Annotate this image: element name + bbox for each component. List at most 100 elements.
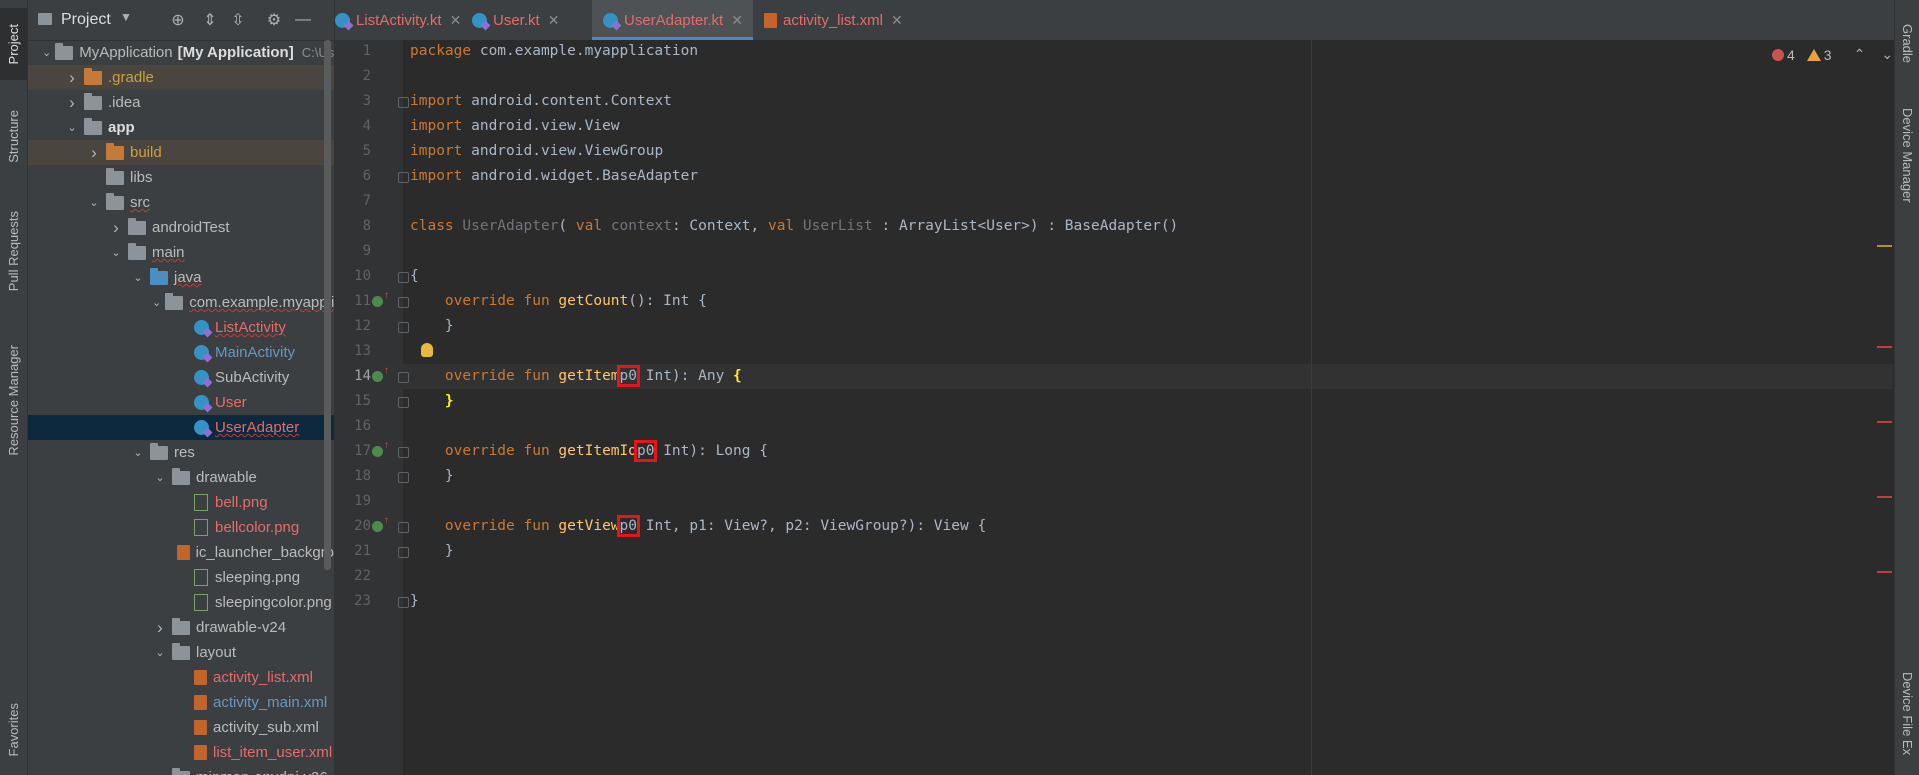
tree-item[interactable]: list_item_user.xml bbox=[28, 740, 334, 765]
close-icon[interactable]: ✕ bbox=[731, 12, 743, 29]
tree-item[interactable]: › mipmap-anydpi-v26 bbox=[28, 765, 334, 775]
chevron-right-icon[interactable]: › bbox=[86, 143, 102, 163]
tree-item[interactable]: MainActivity bbox=[28, 340, 334, 365]
fold-marker-icon[interactable] bbox=[398, 172, 409, 183]
tree-item[interactable]: ⌄ java bbox=[28, 265, 334, 290]
tree-scrollbar[interactable] bbox=[324, 40, 331, 570]
tree-item[interactable]: ⌄ com.example.myapplica bbox=[28, 290, 334, 315]
code-line[interactable]: } bbox=[410, 389, 454, 414]
tool-tab-pull-requests[interactable]: Pull Requests bbox=[0, 196, 27, 306]
tool-tab-favorites[interactable]: Favorites bbox=[0, 690, 27, 770]
error-stripe-mark[interactable] bbox=[1877, 496, 1892, 498]
override-method-icon[interactable] bbox=[372, 521, 383, 532]
tree-item[interactable]: ⌄ layout bbox=[28, 640, 334, 665]
close-icon[interactable]: ✕ bbox=[548, 12, 560, 29]
tree-item[interactable]: bell.png bbox=[28, 490, 334, 515]
code-line[interactable]: { bbox=[410, 264, 419, 289]
fold-marker-icon[interactable] bbox=[398, 297, 409, 308]
fold-marker-icon[interactable] bbox=[398, 397, 409, 408]
error-stripe-mark[interactable] bbox=[1877, 571, 1892, 573]
fold-marker-icon[interactable] bbox=[398, 547, 409, 558]
code-line[interactable]: override fun getViewp0 Int, p1: View?, p… bbox=[410, 514, 986, 539]
chevron-down-icon[interactable]: ⌄ bbox=[86, 196, 102, 209]
editor-tab[interactable]: ListActivity.kt ✕ bbox=[335, 0, 461, 40]
tree-item[interactable]: ⌄ src bbox=[28, 190, 334, 215]
tool-tab-project[interactable]: Project bbox=[0, 8, 27, 80]
chevron-down-icon[interactable]: ⌄ bbox=[152, 296, 161, 309]
chevron-down-icon[interactable]: ⌄ bbox=[130, 446, 146, 459]
fold-marker-icon[interactable] bbox=[398, 447, 409, 458]
chevron-down-icon[interactable]: ⌄ bbox=[64, 121, 80, 134]
fold-marker-icon[interactable] bbox=[398, 597, 409, 608]
tree-item[interactable]: ⌄ MyApplication [My Application] C:\Us bbox=[28, 40, 334, 65]
chevron-right-icon[interactable]: › bbox=[64, 93, 80, 113]
override-method-icon[interactable] bbox=[372, 371, 383, 382]
tree-item[interactable]: activity_list.xml bbox=[28, 665, 334, 690]
tree-item[interactable]: ⌄ drawable bbox=[28, 465, 334, 490]
chevron-down-icon[interactable]: ⌄ bbox=[130, 271, 146, 284]
chevron-right-icon[interactable]: › bbox=[152, 768, 168, 775]
chevron-down-icon[interactable]: ⌄ bbox=[42, 46, 51, 59]
code-line[interactable]: override fun getCount(): Int { bbox=[410, 289, 707, 314]
inspection-widget[interactable]: 4 3 ⌃ ⌄ bbox=[1772, 46, 1893, 63]
chevron-down-icon[interactable]: ⌄ bbox=[152, 646, 168, 659]
gear-icon[interactable]: ⚙ bbox=[264, 10, 284, 30]
code-line[interactable]: } bbox=[410, 314, 454, 339]
chevron-right-icon[interactable]: › bbox=[152, 618, 168, 638]
code-line[interactable]: import android.widget.BaseAdapter bbox=[410, 164, 698, 189]
tree-item[interactable]: ListActivity bbox=[28, 315, 334, 340]
tree-item[interactable]: › .idea bbox=[28, 90, 334, 115]
code-line[interactable]: override fun getItemIdp0 Int): Long { bbox=[410, 439, 768, 464]
fold-marker-icon[interactable] bbox=[398, 372, 409, 383]
tree-item[interactable]: › androidTest bbox=[28, 215, 334, 240]
tree-item[interactable]: activity_main.xml bbox=[28, 690, 334, 715]
tool-tab-device-file-explorer[interactable]: Device File Ex bbox=[1900, 672, 1915, 755]
collapse-all-icon[interactable]: ⇳ bbox=[228, 10, 248, 30]
tree-item[interactable]: › .gradle bbox=[28, 65, 334, 90]
code-line[interactable]: import android.content.Context bbox=[410, 89, 672, 114]
tree-item[interactable]: › drawable-v24 bbox=[28, 615, 334, 640]
tool-tab-resource-manager[interactable]: Resource Manager bbox=[0, 330, 27, 470]
editor-tab[interactable]: User.kt ✕ bbox=[461, 0, 592, 40]
locate-icon[interactable]: ⊕ bbox=[168, 10, 188, 30]
tree-item[interactable]: sleeping.png bbox=[28, 565, 334, 590]
fold-marker-icon[interactable] bbox=[398, 522, 409, 533]
chevron-right-icon[interactable]: › bbox=[64, 68, 80, 88]
code-line[interactable]: } bbox=[410, 464, 454, 489]
tree-item[interactable]: SubActivity bbox=[28, 365, 334, 390]
chevron-down-icon[interactable]: ▼ bbox=[120, 10, 132, 24]
next-highlight-icon[interactable]: ⌄ bbox=[1881, 46, 1893, 63]
close-icon[interactable]: ✕ bbox=[891, 12, 903, 29]
lightbulb-icon[interactable] bbox=[421, 343, 433, 357]
tree-item[interactable]: activity_sub.xml bbox=[28, 715, 334, 740]
tree-item[interactable]: UserAdapter bbox=[28, 415, 334, 440]
code-line[interactable]: class UserAdapter( val context: Context,… bbox=[410, 214, 1178, 239]
tree-item[interactable]: ic_launcher_backgro bbox=[28, 540, 334, 565]
tree-item[interactable]: ⌄ main bbox=[28, 240, 334, 265]
warning-stripe-mark[interactable] bbox=[1877, 245, 1892, 247]
tree-item[interactable]: › build bbox=[28, 140, 334, 165]
previous-highlight-icon[interactable]: ⌃ bbox=[1854, 46, 1866, 63]
code-line[interactable]: import android.view.View bbox=[410, 114, 620, 139]
chevron-down-icon[interactable]: ⌄ bbox=[152, 471, 168, 484]
tree-item[interactable]: ⌄ res bbox=[28, 440, 334, 465]
tool-tab-structure[interactable]: Structure bbox=[0, 96, 27, 176]
code-line[interactable]: override fun getItemp0 Int): Any { bbox=[410, 364, 742, 389]
editor-tab[interactable]: UserAdapter.kt ✕ bbox=[592, 0, 753, 40]
fold-marker-icon[interactable] bbox=[398, 97, 409, 108]
tree-item[interactable]: sleepingcolor.png bbox=[28, 590, 334, 615]
fold-marker-icon[interactable] bbox=[398, 272, 409, 283]
error-stripe-mark[interactable] bbox=[1877, 346, 1892, 348]
expand-all-icon[interactable]: ⇕ bbox=[200, 10, 220, 30]
fold-marker-icon[interactable] bbox=[398, 322, 409, 333]
tree-item[interactable]: bellcolor.png bbox=[28, 515, 334, 540]
code-line[interactable]: } bbox=[410, 539, 454, 564]
code-line[interactable]: import android.view.ViewGroup bbox=[410, 139, 663, 164]
fold-marker-icon[interactable] bbox=[398, 472, 409, 483]
override-method-icon[interactable] bbox=[372, 446, 383, 457]
tool-tab-gradle[interactable]: Gradle bbox=[1900, 24, 1915, 63]
chevron-down-icon[interactable]: ⌄ bbox=[108, 246, 124, 259]
chevron-right-icon[interactable]: › bbox=[108, 218, 124, 238]
tree-item[interactable]: User bbox=[28, 390, 334, 415]
code-line[interactable]: } bbox=[410, 589, 419, 614]
